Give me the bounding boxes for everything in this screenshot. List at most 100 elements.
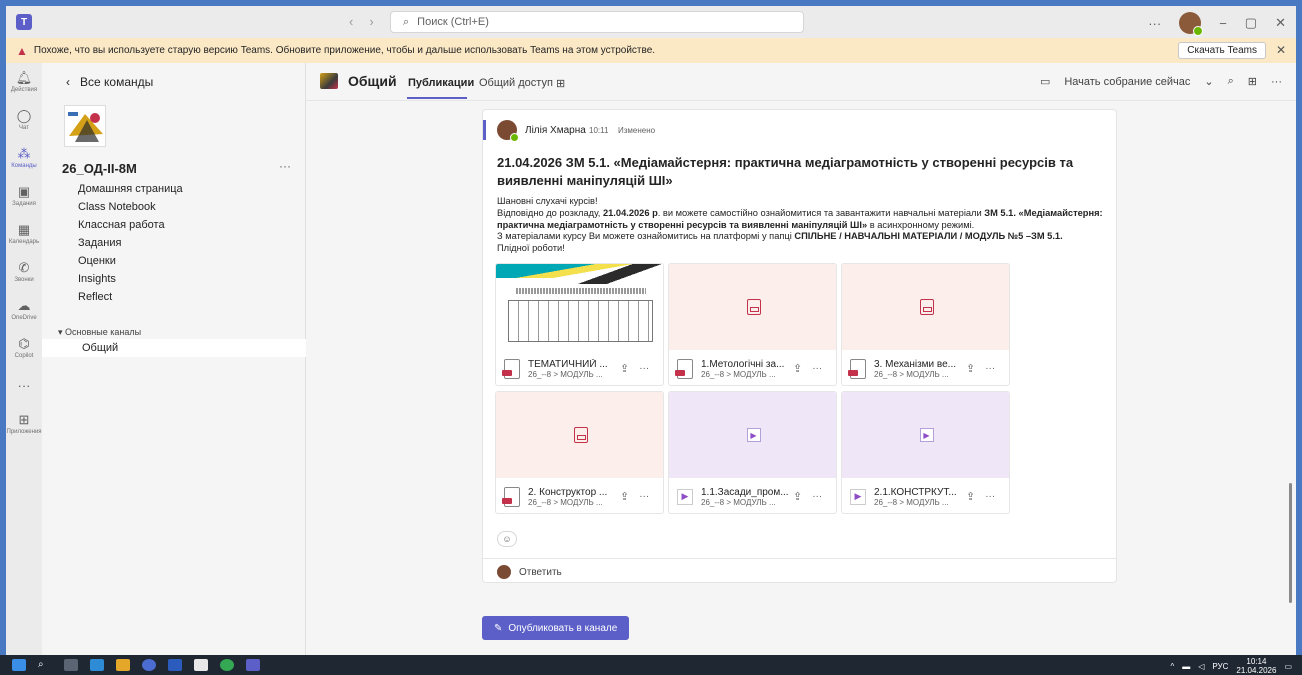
scrollbar[interactable] bbox=[1289, 483, 1292, 603]
windows-taskbar: ⌕ ^ ▬ ◁ РУС 10:14 21.04.2026 ▭ bbox=[0, 655, 1302, 675]
video-preview: ▶ bbox=[842, 392, 1009, 478]
restore-button[interactable]: ▢ bbox=[1245, 15, 1257, 31]
team-nav-item[interactable]: Reflect bbox=[78, 291, 183, 309]
team-nav-item[interactable]: Class Notebook bbox=[78, 201, 183, 219]
teams-icon: ⁂ bbox=[17, 146, 31, 161]
title-bar: T ‹ › ⌕ Поиск (Ctrl+E) ··· − ▢ ✕ bbox=[6, 6, 1296, 38]
channel-actions: ▭ Начать собрание сейчас ⌄ ⌕ ⊞ ··· bbox=[1040, 75, 1282, 88]
attachment-card[interactable]: ▶ ▶ 1.1.Засади_пром... 26_--8 > МОДУЛЬ .… bbox=[668, 391, 837, 514]
reply-button[interactable]: Ответить bbox=[497, 565, 562, 579]
rail-assignments[interactable]: ▣ Задания bbox=[6, 177, 42, 215]
attachment-name: 1.1.Засади_пром... bbox=[701, 486, 789, 498]
channels-header[interactable]: ▾ Основные каналы bbox=[58, 327, 141, 338]
attachment-name: 2. Конструктор ... bbox=[528, 486, 608, 498]
forward-arrow-icon[interactable]: › bbox=[369, 14, 373, 29]
clock[interactable]: 10:14 21.04.2026 bbox=[1236, 657, 1276, 675]
rail-more[interactable]: ··· bbox=[6, 367, 42, 405]
p1-date: 21.04.2026 р bbox=[602, 207, 658, 218]
task-view-icon[interactable] bbox=[64, 659, 78, 671]
download-teams-button[interactable]: Скачать Teams bbox=[1178, 42, 1266, 59]
volume-icon[interactable]: ◁ bbox=[1198, 662, 1204, 671]
rail-chat[interactable]: ◯ Чат bbox=[6, 101, 42, 139]
file-explorer-icon[interactable] bbox=[116, 659, 130, 671]
tab-shared[interactable]: Общий доступ bbox=[479, 77, 553, 89]
chevron-down-icon[interactable]: ⌄ bbox=[1204, 75, 1213, 88]
attachment-card[interactable]: 1.Метологічні за... 26_--8 > МОДУЛЬ ... … bbox=[668, 263, 837, 386]
attachment-path: 26_--8 > МОДУЛЬ ... bbox=[701, 497, 776, 507]
rail-calendar[interactable]: ▦ Календарь bbox=[6, 215, 42, 253]
expand-icon[interactable]: ⊞ bbox=[1248, 75, 1257, 88]
tray-chevron-icon[interactable]: ^ bbox=[1170, 662, 1174, 671]
share-icon[interactable]: ⇪ bbox=[966, 362, 975, 375]
minimize-button[interactable]: − bbox=[1219, 16, 1227, 31]
publish-in-channel-button[interactable]: ✎ Опубликовать в канале bbox=[482, 616, 630, 640]
post-author[interactable]: Лілія Хмарна bbox=[525, 125, 586, 136]
share-icon[interactable]: ⇪ bbox=[793, 362, 802, 375]
attachment-more-icon[interactable]: ··· bbox=[812, 491, 822, 502]
attachment-info: ТЕМАТИЧНИЙ ... 26_--8 > МОДУЛЬ ... ⇪ ··· bbox=[496, 350, 663, 385]
share-icon[interactable]: ⇪ bbox=[966, 490, 975, 503]
close-banner-icon[interactable]: ✕ bbox=[1276, 43, 1286, 57]
team-nav-item[interactable]: Классная работа bbox=[78, 219, 183, 237]
start-icon[interactable] bbox=[12, 659, 26, 671]
rail-copilot[interactable]: ⌬ Copilot bbox=[6, 329, 42, 367]
all-teams-link[interactable]: ‹ Все команды bbox=[66, 75, 153, 89]
notification-icon[interactable]: ▭ bbox=[1284, 662, 1292, 671]
back-arrow-icon[interactable]: ‹ bbox=[349, 14, 353, 29]
channel-item-general[interactable]: Общий bbox=[42, 339, 306, 357]
rail-teams[interactable]: ⁂ Команды bbox=[6, 139, 42, 177]
calls-icon: ✆ bbox=[18, 260, 30, 275]
team-more-icon[interactable]: ··· bbox=[279, 159, 291, 173]
add-tab-icon[interactable]: ⊞ bbox=[556, 77, 565, 90]
attachment-card[interactable]: 2. Конструктор ... 26_--8 > МОДУЛЬ ... ⇪… bbox=[495, 391, 664, 514]
attachment-text: 2.1.КОНСТРКУТ... 26_--8 > МОДУЛЬ ... bbox=[874, 487, 962, 507]
tab-posts[interactable]: Публикации bbox=[408, 77, 474, 89]
attachment-more-icon[interactable]: ··· bbox=[639, 363, 649, 374]
more-options-icon[interactable]: ··· bbox=[1148, 16, 1161, 31]
update-banner: ▲ Похоже, что вы используете старую верс… bbox=[6, 38, 1296, 63]
attachment-card[interactable]: ▶ ▶ 2.1.КОНСТРКУТ... 26_--8 > МОДУЛЬ ...… bbox=[841, 391, 1010, 514]
user-avatar[interactable] bbox=[1179, 12, 1204, 36]
team-name[interactable]: 26_ОД-ІІ-8М bbox=[62, 161, 137, 176]
share-icon[interactable]: ⇪ bbox=[620, 362, 629, 375]
team-nav-item[interactable]: Задания bbox=[78, 237, 183, 255]
rail-onedrive[interactable]: ☁ OneDrive bbox=[6, 291, 42, 329]
video-file-icon: ▶ bbox=[850, 488, 866, 505]
attachment-more-icon[interactable]: ··· bbox=[639, 491, 649, 502]
team-nav-item[interactable]: Оценки bbox=[78, 255, 183, 273]
document-preview bbox=[496, 264, 663, 350]
app-icon-light[interactable] bbox=[194, 659, 208, 671]
chevron-left-icon: ‹ bbox=[66, 75, 70, 89]
attachment-more-icon[interactable]: ··· bbox=[985, 363, 995, 374]
share-icon[interactable]: ⇪ bbox=[793, 490, 802, 503]
meet-now-button[interactable]: Начать собрание сейчас bbox=[1064, 76, 1190, 88]
search-channel-icon[interactable]: ⌕ bbox=[1228, 75, 1234, 88]
add-reaction-button[interactable]: ☺ bbox=[497, 531, 517, 547]
app-icon-blue[interactable] bbox=[90, 659, 104, 671]
share-icon[interactable]: ⇪ bbox=[620, 490, 629, 503]
author-avatar[interactable] bbox=[497, 120, 519, 142]
network-icon[interactable]: ▬ bbox=[1182, 662, 1190, 671]
rail-activity[interactable]: 🔔︎ Действия bbox=[6, 63, 42, 101]
attachment-card[interactable]: 3. Механізми ве... 26_--8 > МОДУЛЬ ... ⇪… bbox=[841, 263, 1010, 386]
team-nav-item[interactable]: Домашняя страница bbox=[78, 183, 183, 201]
search-box[interactable]: ⌕ Поиск (Ctrl+E) bbox=[390, 11, 804, 33]
search-icon: ⌕ bbox=[403, 15, 410, 28]
language-indicator[interactable]: РУС bbox=[1212, 662, 1228, 671]
search-taskbar-icon[interactable]: ⌕ bbox=[38, 659, 52, 671]
attachment-more-icon[interactable]: ··· bbox=[985, 491, 995, 502]
rail-calls[interactable]: ✆ Звонки bbox=[6, 253, 42, 291]
close-window-button[interactable]: ✕ bbox=[1275, 15, 1286, 31]
rail-apps[interactable]: ⊞ Приложения bbox=[6, 405, 42, 443]
chrome-icon[interactable] bbox=[220, 659, 234, 671]
word-icon[interactable] bbox=[168, 659, 182, 671]
attachment-name: 2.1.КОНСТРКУТ... bbox=[874, 486, 957, 498]
teams-taskbar-icon[interactable] bbox=[246, 659, 260, 671]
bell-icon: 🔔︎ bbox=[15, 70, 33, 85]
attachment-more-icon[interactable]: ··· bbox=[812, 363, 822, 374]
team-logo-image bbox=[65, 106, 105, 146]
attachment-card[interactable]: ТЕМАТИЧНИЙ ... 26_--8 > МОДУЛЬ ... ⇪ ··· bbox=[495, 263, 664, 386]
channel-more-icon[interactable]: ··· bbox=[1271, 76, 1282, 88]
app-icon-circle[interactable] bbox=[142, 659, 156, 671]
team-nav-item[interactable]: Insights bbox=[78, 273, 183, 291]
